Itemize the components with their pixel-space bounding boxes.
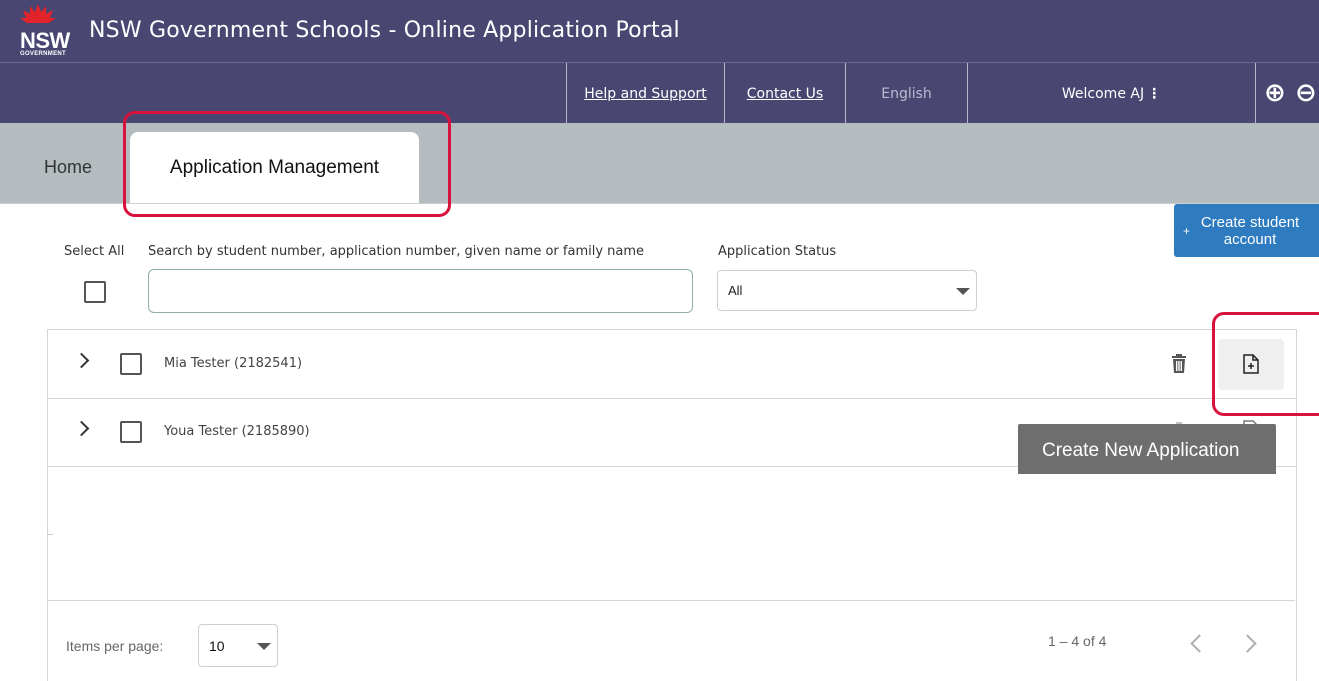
pagination-range: 1 – 4 of 4	[1048, 633, 1107, 649]
select-all-label: Select All	[64, 244, 125, 259]
status-select[interactable]: All	[717, 270, 977, 311]
items-per-page-select[interactable]: 10	[198, 624, 278, 667]
tab-home[interactable]: Home	[44, 157, 92, 178]
plus-icon: +	[1183, 223, 1191, 238]
contact-us-link[interactable]: Contact Us	[724, 63, 845, 124]
waratah-icon	[20, 4, 56, 23]
chevron-right-icon[interactable]	[73, 420, 90, 437]
row-checkbox[interactable]	[120, 421, 142, 443]
status-label: Application Status	[718, 244, 837, 259]
new-document-icon	[1243, 354, 1259, 374]
row-checkbox[interactable]	[120, 353, 142, 375]
zoom-in-icon[interactable]: ⊕	[1264, 79, 1286, 107]
create-student-account-button[interactable]: + Create student account	[1174, 204, 1319, 257]
header-bar: NSW GOVERNMENT NSW Government Schools - …	[0, 0, 1319, 62]
tab-bar: Home Application Management	[0, 123, 1319, 203]
welcome-user-menu[interactable]: Welcome AJ ⋮	[967, 63, 1256, 124]
help-support-link[interactable]: Help and Support	[566, 63, 724, 124]
student-name: Youa Tester (2185890)	[164, 424, 310, 439]
items-per-page-value: 10	[209, 637, 225, 654]
tab-divider	[0, 203, 1319, 204]
status-select-value: All	[728, 283, 743, 298]
select-all-checkbox[interactable]	[84, 281, 106, 303]
logo-subtext: GOVERNMENT	[20, 51, 67, 57]
create-application-button[interactable]	[1218, 339, 1284, 390]
nsw-logo[interactable]: NSW GOVERNMENT	[14, 4, 84, 62]
list-item: Mia Tester (2182541)	[48, 330, 1296, 399]
chevron-down-icon	[956, 288, 970, 295]
top-nav: Help and Support Contact Us English Welc…	[0, 62, 1319, 124]
tab-application-management[interactable]: Application Management	[130, 132, 419, 203]
welcome-text: Welcome AJ	[1061, 85, 1145, 102]
search-label: Search by student number, application nu…	[148, 244, 645, 259]
list-divider-mark	[47, 534, 53, 535]
chevron-right-icon[interactable]	[73, 352, 90, 369]
create-application-tooltip: Create New Application	[1018, 424, 1276, 474]
page-title: NSW Government Schools - Online Applicat…	[89, 18, 680, 43]
items-per-page-label: Items per page:	[66, 638, 164, 654]
student-name: Mia Tester (2182541)	[164, 356, 303, 371]
trash-icon[interactable]	[1170, 354, 1188, 374]
create-student-label: Create student account	[1200, 213, 1300, 248]
kebab-menu-icon[interactable]: ⋮	[1147, 86, 1161, 102]
search-input[interactable]	[148, 269, 693, 313]
zoom-out-icon[interactable]: ⊖	[1295, 79, 1317, 107]
chevron-down-icon	[257, 643, 271, 650]
language-selector[interactable]: English	[845, 63, 967, 124]
list-footer-divider	[47, 600, 1295, 601]
